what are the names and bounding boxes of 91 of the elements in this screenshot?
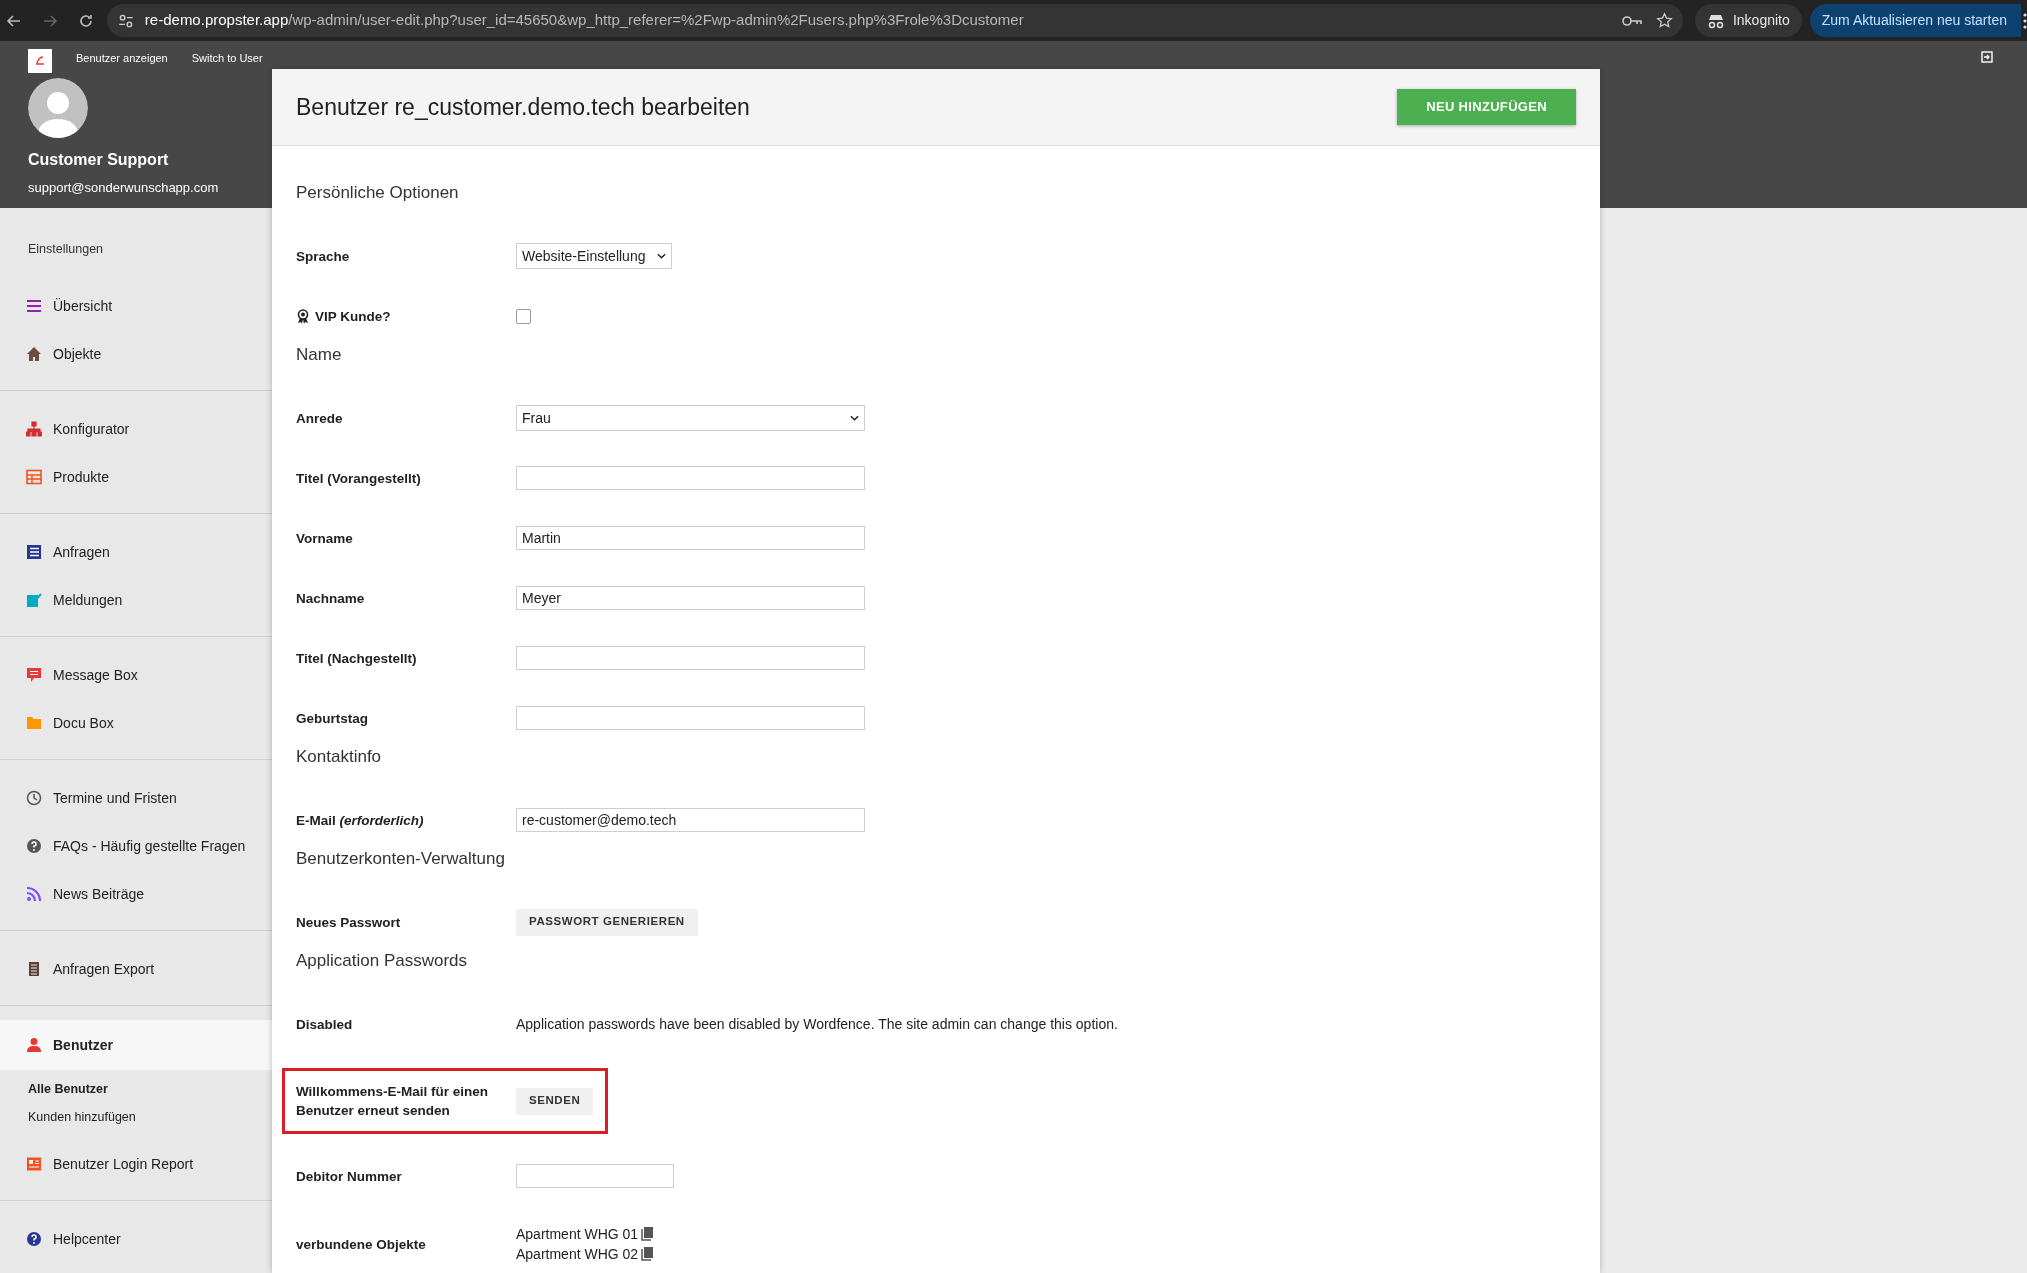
field-label: VIP Kunde? [315,307,391,326]
input-field[interactable] [516,706,865,730]
profile-email: support@sonderwunschapp.com [28,179,220,197]
sidebar-item[interactable]: Docu Box [0,699,272,747]
section-heading: Benutzerkonten-Verwaltung [296,850,506,868]
admin-bar-link[interactable]: Benutzer anzeigen [76,50,168,67]
list-icon [26,544,42,560]
input-field[interactable]: Martin [516,526,865,550]
update-button[interactable]: Zum Aktualisieren neu starten [1809,4,2021,37]
action-button[interactable]: SENDEN [516,1087,594,1115]
chat-icon [26,667,42,683]
sidebar-item[interactable]: News Beiträge [0,870,272,918]
sitemap-icon [26,421,42,437]
sidebar-item[interactable]: FAQs - Häufig gestellte Fragen [0,822,272,870]
url-path: /wp-admin/user-edit.php?user_id=45650&wp_http_referer=%2Fwp-admin%2Fusers.php%3Frole%3Dcustomer [288,11,1024,29]
document-icon [26,961,42,977]
pencil-note-icon [26,592,42,608]
id-card-icon [26,1156,42,1172]
copy-icon[interactable] [641,1227,654,1241]
field-label: Nachname [296,589,365,608]
field-label: Anrede [296,409,343,428]
section-heading: Name [296,346,343,364]
more-icon[interactable] [2023,12,2027,29]
section-heading: Application Passwords [296,952,469,970]
forward-icon[interactable] [41,12,58,29]
sidebar-item[interactable]: Meldungen [0,576,272,624]
sidebar-item[interactable]: Anfragen [0,528,272,576]
profile-name: Customer Support [28,150,170,170]
field-label: Neues Passwort [296,913,401,932]
rss-icon [26,886,42,902]
question-icon [26,838,42,854]
sidebar-item[interactable]: Objekte [0,330,272,378]
table-icon [26,469,42,485]
sidebar-item[interactable]: Produkte [0,453,272,501]
folder-icon [26,715,42,731]
linked-object: Apartment WHG 02 [516,1244,639,1264]
sidebar-item[interactable]: Benutzer [0,1020,272,1070]
avatar-icon [28,78,88,138]
field-label: Debitor Nummer [296,1167,402,1186]
section-heading: Persönliche Optionen [296,184,460,202]
address-bar[interactable]: re-demo.propster.app/wp-admin/user-edit.php?user_id=45650&wp_http_referer=%2Fwp-admin%2Fusers.php%3Frole%3Dcustomer [106,4,1683,37]
clock-icon [26,790,42,806]
sidebar-item[interactable]: Benutzer Login Report [0,1140,272,1188]
logo-icon[interactable] [28,49,52,73]
section-heading: Kontaktinfo [296,748,383,766]
checkbox[interactable] [516,308,531,324]
field-label: Disabled [296,1015,353,1034]
page-title: Benutzer re_customer.demo.tech bearbeiten [296,92,750,122]
sidebar-item[interactable]: Übersicht [0,282,272,330]
chevron-down-icon [850,415,859,421]
input-field[interactable]: Meyer [516,586,865,610]
input-field[interactable] [516,646,865,670]
sidebar-item[interactable]: Anfragen Export [0,945,272,993]
sidebar-item[interactable]: Termine und Fristen [0,774,272,822]
sidebar-subitem[interactable]: Kunden hinzufügen [0,1103,272,1131]
field-label: Titel (Nachgestellt) [296,649,417,668]
linked-object: Apartment WHG 01 [516,1224,639,1244]
field-label: Willkommens-E-Mail für einen Benutzer erneut senden [296,1083,489,1120]
input-field[interactable] [516,1164,674,1188]
award-icon [296,308,310,324]
field-label: E-Mail (erforderlich) [296,811,424,830]
key-icon[interactable] [1621,13,1642,28]
field-label: Geburtstag [296,709,368,728]
url-host: re-demo.propster.app [144,11,289,29]
incognito-button[interactable]: Inkognito [1694,4,1802,37]
input-field[interactable]: re-customer@demo.tech [516,808,865,832]
input-field[interactable] [516,466,865,490]
field-label: Titel (Vorangestellt) [296,469,421,488]
copy-icon[interactable] [641,1247,654,1261]
chevron-down-icon [657,253,667,259]
reload-icon[interactable] [77,12,94,29]
sidebar-item[interactable]: Konfigurator [0,405,272,453]
field-label: Sprache [296,247,350,266]
sidebar-item[interactable]: Message Box [0,651,272,699]
field-label: Vorname [296,529,353,548]
incognito-icon [1706,12,1725,29]
select-field[interactable]: Website-Einstellung [516,243,673,269]
star-icon[interactable] [1655,12,1673,29]
info-text: Application passwords have been disabled by Wordfence. The site admin can change this option. [516,1014,1118,1034]
sidebar-item[interactable]: Helpcenter [0,1215,272,1263]
admin-bar-link[interactable]: Switch to User [191,50,263,67]
sidebar-heading: Einstellungen [28,242,104,256]
sidebar-subitem[interactable]: Alle Benutzer [0,1075,272,1103]
help-icon [26,1231,42,1247]
field-label: verbundene Objekte [296,1235,426,1254]
menu-icon [26,298,42,314]
exit-icon[interactable] [1981,51,1993,63]
person-icon [26,1037,42,1053]
action-button[interactable]: PASSWORT GENERIEREN [516,908,698,936]
house-icon [26,346,42,362]
select-field[interactable]: Frau [516,405,865,431]
